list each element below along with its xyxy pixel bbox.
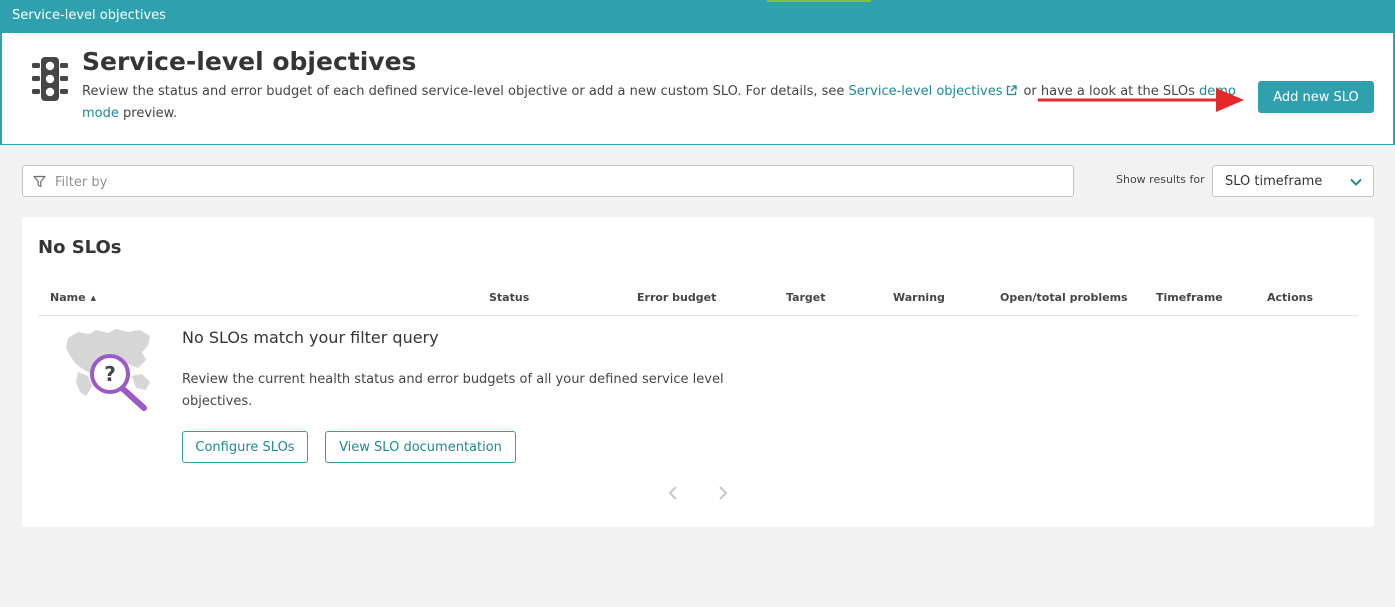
column-header-timeframe[interactable]: Timeframe: [1156, 291, 1223, 304]
column-header-target[interactable]: Target: [786, 291, 826, 304]
top-bar-title: Service-level objectives: [12, 8, 166, 23]
show-results-label: Show results for: [1116, 173, 1205, 186]
slo-docs-link[interactable]: Service-level objectives: [849, 84, 1003, 99]
red-arrow-annotation: [1038, 88, 1244, 112]
filter-input[interactable]: [55, 172, 1055, 192]
add-new-slo-button[interactable]: Add new SLO: [1258, 81, 1374, 113]
empty-state-illustration: ?: [66, 329, 150, 411]
filter-icon: [33, 175, 46, 188]
column-header-actions: Actions: [1267, 291, 1313, 304]
column-header-error-budget[interactable]: Error budget: [637, 291, 716, 304]
previous-page-icon[interactable]: [666, 485, 682, 501]
slo-card: No SLOs Name ▲ Status Error budget Target…: [22, 217, 1374, 527]
description-text-3: preview.: [118, 106, 178, 121]
svg-text:?: ?: [104, 362, 116, 386]
traffic-light-icon: [32, 57, 68, 101]
table-header: Name ▲ Status Error budget Target Warning…: [38, 285, 1358, 316]
column-header-problems[interactable]: Open/total problems: [1000, 291, 1128, 304]
next-page-icon[interactable]: [714, 485, 730, 501]
view-slo-documentation-button[interactable]: View SLO documentation: [325, 431, 516, 463]
column-header-status[interactable]: Status: [489, 291, 529, 304]
top-bar-accent: [767, 0, 871, 2]
sort-ascending-icon: ▲: [90, 294, 96, 302]
card-title: No SLOs: [38, 237, 122, 258]
configure-slos-button[interactable]: Configure SLOs: [182, 431, 308, 463]
page-header: Service-level objectives Review the stat…: [0, 33, 1395, 145]
chevron-down-icon: [1350, 178, 1362, 186]
filter-bar[interactable]: [22, 165, 1074, 197]
column-header-warning[interactable]: Warning: [893, 291, 945, 304]
timeframe-select[interactable]: SLO timeframe: [1212, 165, 1374, 197]
timeframe-select-value: SLO timeframe: [1225, 174, 1323, 189]
empty-state-title: No SLOs match your filter query: [182, 328, 439, 347]
top-bar: Service-level objectives: [0, 0, 1395, 33]
column-header-name[interactable]: Name ▲: [50, 291, 96, 304]
empty-state-description: Review the current health status and err…: [182, 372, 724, 409]
description-text: Review the status and error budget of ea…: [82, 84, 849, 99]
page-title: Service-level objectives: [82, 47, 417, 76]
external-link-icon: [1007, 85, 1018, 96]
